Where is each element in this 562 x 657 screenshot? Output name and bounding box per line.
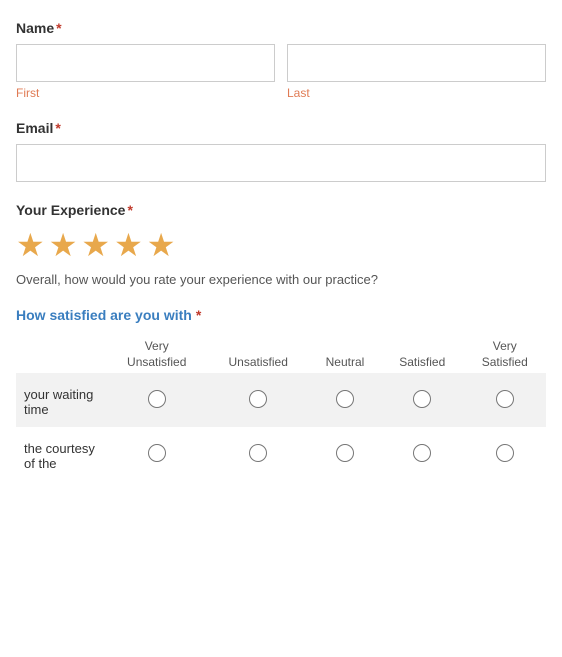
first-label: First — [16, 86, 275, 100]
last-name-input[interactable] — [287, 44, 546, 82]
satisfaction-title: How satisfied are you with* — [16, 307, 546, 323]
col-header-very-unsatisfied-line2: Unsatisfied — [127, 355, 186, 369]
name-required: * — [56, 20, 61, 36]
cell-courtesy-unsatisfied — [207, 427, 308, 481]
radio-courtesy-neutral[interactable] — [336, 444, 354, 462]
col-header-satisfied-line2: Satisfied — [399, 355, 445, 369]
last-label: Last — [287, 86, 546, 100]
email-input[interactable] — [16, 144, 546, 182]
cell-courtesy-very-satisfied — [463, 427, 546, 481]
col-header-neutral-line2: Neutral — [326, 355, 365, 369]
name-section: Name* First Last — [16, 20, 546, 100]
star-5[interactable]: ★ — [147, 226, 176, 264]
email-label-text: Email — [16, 120, 53, 136]
experience-note: Overall, how would you rate your experie… — [16, 272, 546, 287]
cell-waiting-unsatisfied — [207, 373, 308, 427]
experience-label-text: Your Experience — [16, 202, 125, 218]
satisfaction-table: Very Unsatisfied Unsatisfied Neutral — [16, 335, 546, 481]
star-1[interactable]: ★ — [16, 226, 45, 264]
stars-row: ★ ★ ★ ★ ★ — [16, 226, 546, 264]
col-header-very-satisfied-line1: Very — [493, 339, 517, 353]
satisfaction-title-text: How satisfied are you with — [16, 307, 192, 323]
radio-courtesy-satisfied[interactable] — [413, 444, 431, 462]
cell-courtesy-satisfied — [381, 427, 464, 481]
col-header-very-satisfied-line2: Satisfied — [482, 355, 528, 369]
radio-waiting-unsatisfied[interactable] — [249, 390, 267, 408]
col-header-unsatisfied-line2: Unsatisfied — [229, 355, 288, 369]
satisfaction-required: * — [196, 307, 201, 323]
satisfaction-header-row: Very Unsatisfied Unsatisfied Neutral — [16, 335, 546, 373]
col-header-neutral: Neutral — [309, 335, 381, 373]
col-header-empty — [16, 335, 106, 373]
table-row: your waiting time — [16, 373, 546, 427]
radio-courtesy-very-unsatisfied[interactable] — [148, 444, 166, 462]
star-2[interactable]: ★ — [49, 226, 78, 264]
first-name-input[interactable] — [16, 44, 275, 82]
row-label-courtesy: the courtesy of the — [16, 427, 106, 481]
col-header-satisfied: Satisfied — [381, 335, 464, 373]
cell-courtesy-neutral — [309, 427, 381, 481]
name-label-text: Name — [16, 20, 54, 36]
star-3[interactable]: ★ — [81, 226, 110, 264]
cell-waiting-very-unsatisfied — [106, 373, 207, 427]
radio-waiting-satisfied[interactable] — [413, 390, 431, 408]
experience-label: Your Experience* — [16, 202, 546, 218]
satisfaction-section: How satisfied are you with* Very Unsatis… — [16, 307, 546, 481]
experience-required: * — [127, 202, 132, 218]
col-header-very-unsatisfied: Very Unsatisfied — [106, 335, 207, 373]
radio-waiting-neutral[interactable] — [336, 390, 354, 408]
radio-waiting-very-unsatisfied[interactable] — [148, 390, 166, 408]
first-name-col: First — [16, 44, 275, 100]
radio-courtesy-unsatisfied[interactable] — [249, 444, 267, 462]
col-header-very-unsatisfied-line1: Very — [145, 339, 169, 353]
cell-waiting-very-satisfied — [463, 373, 546, 427]
experience-section: Your Experience* ★ ★ ★ ★ ★ Overall, how … — [16, 202, 546, 287]
col-header-very-satisfied: Very Satisfied — [463, 335, 546, 373]
radio-waiting-very-satisfied[interactable] — [496, 390, 514, 408]
last-name-col: Last — [287, 44, 546, 100]
col-header-unsatisfied: Unsatisfied — [207, 335, 308, 373]
star-4[interactable]: ★ — [114, 226, 143, 264]
name-row: First Last — [16, 44, 546, 100]
cell-waiting-satisfied — [381, 373, 464, 427]
email-section: Email* — [16, 120, 546, 182]
row-label-waiting: your waiting time — [16, 373, 106, 427]
radio-courtesy-very-satisfied[interactable] — [496, 444, 514, 462]
email-required: * — [55, 120, 60, 136]
cell-courtesy-very-unsatisfied — [106, 427, 207, 481]
cell-waiting-neutral — [309, 373, 381, 427]
name-label: Name* — [16, 20, 546, 36]
table-row: the courtesy of the — [16, 427, 546, 481]
email-label: Email* — [16, 120, 546, 136]
